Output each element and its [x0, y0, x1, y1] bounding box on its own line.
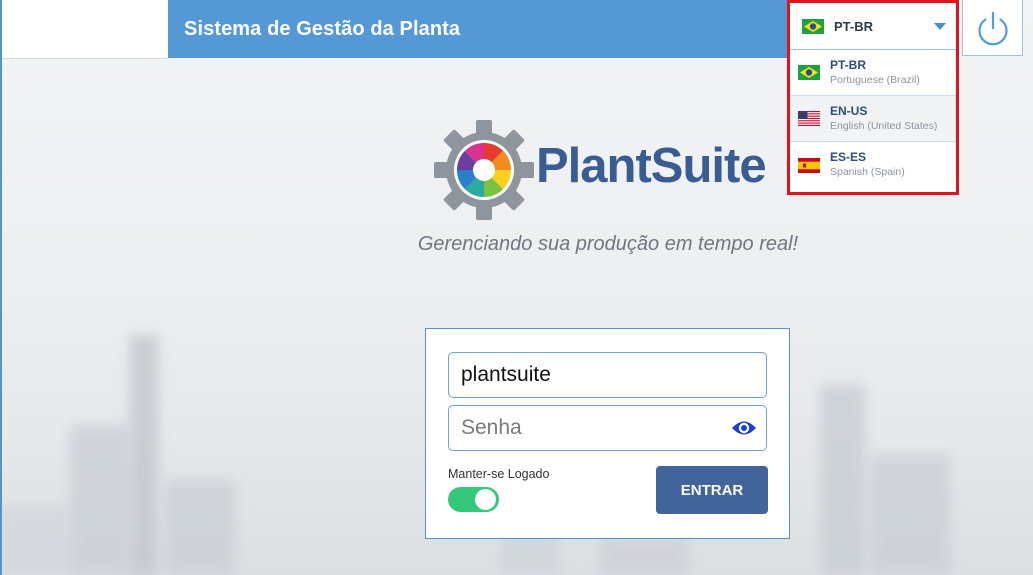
brazil-flag-icon	[798, 65, 820, 80]
language-current-code: PT-BR	[834, 18, 873, 34]
language-option-pt-br[interactable]: PT-BR Portuguese (Brazil)	[790, 50, 956, 96]
username-field[interactable]: plantsuite	[448, 352, 767, 398]
usa-flag-icon	[798, 111, 820, 126]
topbar-blank-area	[2, 0, 168, 59]
login-button[interactable]: ENTRAR	[656, 466, 768, 514]
language-option-code: ES-ES	[830, 150, 867, 164]
language-option-es-es[interactable]: ES-ES Spanish (Spain)	[790, 142, 956, 188]
password-placeholder: Senha	[461, 416, 522, 439]
plantsuite-logo: PlantSuite	[432, 118, 792, 222]
page-title: Sistema de Gestão da Planta	[184, 17, 461, 40]
remember-me-label: Manter-se Logado	[448, 467, 550, 481]
power-button[interactable]	[962, 0, 1023, 56]
left-edge-accent	[0, 0, 2, 575]
language-dropdown: PT-BR PT-BR Portuguese (Brazil) EN-US En…	[787, 0, 959, 195]
language-option-name: Portuguese (Brazil)	[830, 73, 920, 86]
caret-down-icon[interactable]	[934, 22, 946, 30]
spain-flag-icon	[798, 157, 820, 173]
header-bar: Sistema de Gestão da Planta	[168, 0, 787, 58]
password-field[interactable]: Senha	[448, 405, 767, 451]
eye-icon[interactable]	[731, 418, 757, 438]
brazil-flag-icon	[802, 18, 824, 34]
language-option-name: Spanish (Spain)	[830, 166, 905, 178]
language-option-code: PT-BR	[830, 57, 866, 72]
language-option-en-us[interactable]: EN-US English (United States)	[790, 96, 956, 142]
language-option-code: EN-US	[830, 103, 868, 118]
username-value: plantsuite	[461, 363, 551, 386]
remember-me-toggle[interactable]	[448, 487, 499, 512]
language-selector[interactable]: PT-BR	[790, 3, 956, 50]
login-card: plantsuite Senha Manter-se Logado ENTRAR	[425, 328, 790, 539]
brand-slogan: Gerenciando sua produção em tempo real!	[417, 233, 799, 255]
brand-name: PlantSuite	[536, 139, 767, 193]
toggle-knob	[475, 489, 496, 510]
language-option-name: English (United States)	[830, 119, 938, 132]
power-icon	[977, 11, 1008, 45]
gear-logo-icon	[434, 120, 534, 220]
